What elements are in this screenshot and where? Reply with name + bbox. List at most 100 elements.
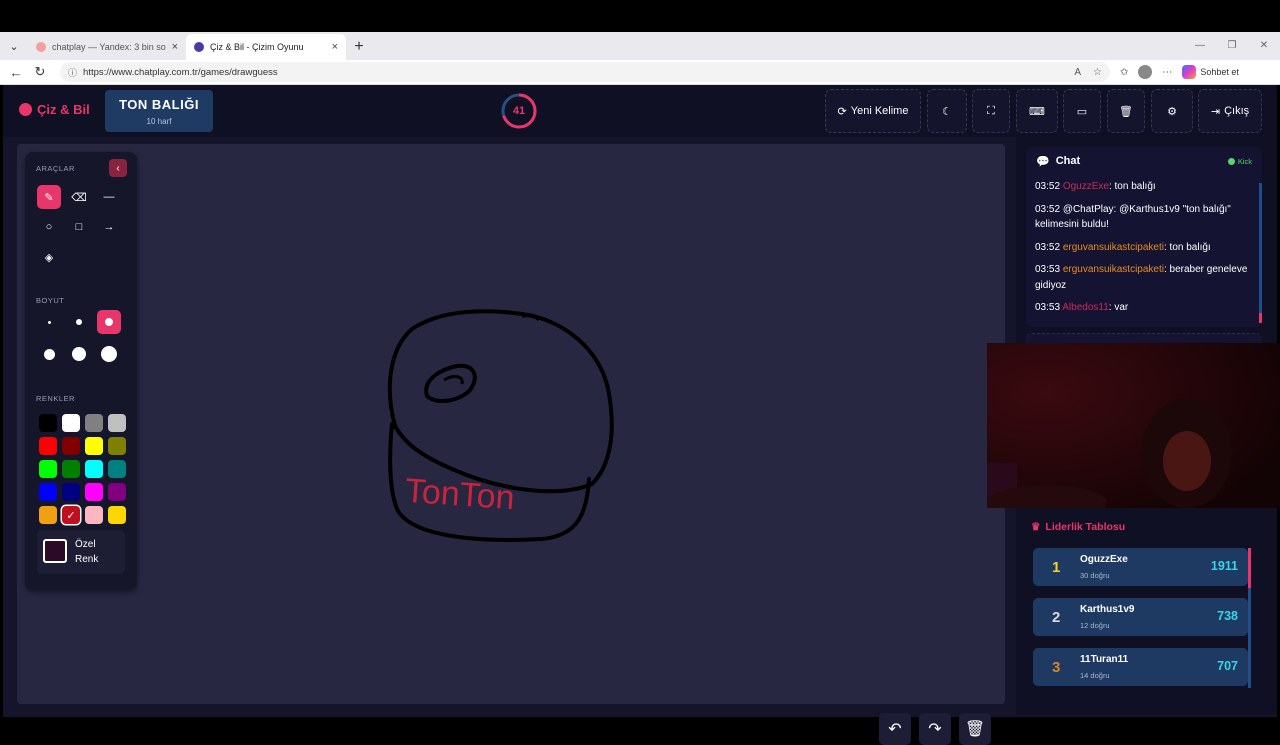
archive-button[interactable]: ▭ xyxy=(1063,89,1101,133)
rectangle-tool[interactable]: □ xyxy=(67,215,91,239)
chat-time: 03:52 xyxy=(1035,181,1061,192)
palette-icon xyxy=(19,103,32,116)
new-tab-button[interactable]: + xyxy=(346,34,372,60)
color-swatch[interactable] xyxy=(39,483,57,501)
color-swatch[interactable] xyxy=(39,460,57,478)
eraser-tool[interactable]: ⌫ xyxy=(67,185,91,209)
color-swatch[interactable] xyxy=(108,414,126,432)
color-swatch[interactable] xyxy=(85,483,103,501)
site-info-icon[interactable]: ⓘ xyxy=(68,66,77,79)
color-swatch[interactable] xyxy=(108,460,126,478)
tab-close-icon[interactable]: × xyxy=(332,41,338,53)
close-window-icon[interactable]: ✕ xyxy=(1248,32,1280,58)
leaderboard-row[interactable]: 2 Karthus1v9 12 doğru 738 xyxy=(1033,598,1248,636)
keyboard-button[interactable]: ⌨ xyxy=(1016,89,1058,133)
restore-icon[interactable]: ❐ xyxy=(1216,32,1248,58)
leaderboard-score: 738 xyxy=(1217,609,1238,623)
tab-title: Çiz & Bil - Çizim Oyunu xyxy=(210,42,304,52)
chat-message: 03:52 @ChatPlay: @Karthus1v9 "ton balığı… xyxy=(1035,202,1253,233)
kick-status: Kick xyxy=(1237,157,1252,166)
arrow-icon: → xyxy=(103,221,115,233)
eraser-icon: ⌫ xyxy=(71,191,87,204)
chat-username[interactable]: @ChatPlay xyxy=(1063,204,1114,215)
size-option-3[interactable] xyxy=(97,310,121,334)
fullscreen-button[interactable]: ⛶ xyxy=(972,89,1010,133)
new-word-button[interactable]: ⟳ Yeni Kelime xyxy=(825,89,921,133)
tab-list-chevron-icon[interactable]: ⌄ xyxy=(0,32,28,60)
color-swatch[interactable] xyxy=(85,414,103,432)
chat-username[interactable]: OguzzExe xyxy=(1063,181,1109,192)
color-swatch[interactable]: ✓ xyxy=(62,506,80,524)
drawing-canvas[interactable]: TonTon ↶ ↷ 🗑 xyxy=(17,144,1005,745)
keyboard-icon: ⌨ xyxy=(1029,105,1045,118)
profile-avatar[interactable] xyxy=(1138,65,1153,79)
chat-scrollbar[interactable] xyxy=(1259,183,1262,323)
color-swatch[interactable] xyxy=(62,483,80,501)
color-swatch[interactable] xyxy=(108,437,126,455)
size-option-2[interactable] xyxy=(67,310,91,334)
drawing-strokes: TonTon xyxy=(387,309,614,542)
current-word-box: TON BALIĞI 10 harf xyxy=(105,90,213,132)
reload-button[interactable]: ↻ xyxy=(28,60,52,84)
favorites-icon[interactable]: ✩ xyxy=(1120,67,1128,78)
color-swatch[interactable] xyxy=(85,460,103,478)
color-swatch[interactable] xyxy=(62,437,80,455)
custom-color-button[interactable]: Özel Renk xyxy=(37,530,125,574)
undo-button[interactable]: ↶ xyxy=(879,713,911,745)
custom-color-line2: Renk xyxy=(75,554,99,565)
back-button[interactable]: ← xyxy=(4,60,28,84)
leaderboard-name: 11Turan11 xyxy=(1080,654,1129,665)
size-option-1[interactable] xyxy=(37,310,61,334)
clear-button[interactable]: 🗑 xyxy=(1107,89,1145,133)
circle-tool[interactable]: ○ xyxy=(37,215,61,239)
expand-icon: ⛶ xyxy=(987,104,995,117)
chat-username[interactable]: erguvansuikastcipaketi xyxy=(1063,242,1164,253)
brush-tool[interactable]: ✎ xyxy=(37,185,61,209)
clear-canvas-button[interactable]: 🗑 xyxy=(959,713,991,745)
copilot-button[interactable]: Sohbet et xyxy=(1182,65,1239,79)
app-logo[interactable]: Çiz & Bil xyxy=(19,102,90,117)
arrow-tool[interactable]: → xyxy=(97,215,121,239)
screen-top-bar xyxy=(0,0,1280,32)
favorite-star-icon[interactable]: ☆ xyxy=(1093,67,1102,78)
browser-tab-yandex[interactable]: chatplay — Yandex: 3 bin sonuç b × xyxy=(28,34,186,60)
browser-tab-game[interactable]: Çiz & Bil - Çizim Oyunu × xyxy=(186,34,346,60)
fill-tool[interactable]: ◈ xyxy=(37,245,61,269)
more-menu-icon[interactable]: ⋯ xyxy=(1162,67,1172,78)
color-swatch[interactable] xyxy=(62,460,80,478)
color-swatch[interactable] xyxy=(39,437,57,455)
chat-username[interactable]: erguvansuikastcipaketi xyxy=(1063,264,1164,275)
size-option-6[interactable] xyxy=(97,342,121,366)
exit-button[interactable]: ⇥ Çıkış xyxy=(1198,89,1262,133)
settings-button[interactable]: ⚙ xyxy=(1151,89,1193,133)
color-swatch[interactable] xyxy=(108,506,126,524)
line-tool[interactable]: — xyxy=(97,185,121,209)
size-option-4[interactable] xyxy=(37,342,61,366)
chat-time: 03:52 xyxy=(1035,241,1061,253)
timer-value: 41 xyxy=(512,105,526,117)
browser-address-bar: ← ↻ ⓘ https://www.chatplay.com.tr/games/… xyxy=(0,60,1280,85)
collapse-panel-button[interactable]: ‹ xyxy=(109,159,127,177)
url-field[interactable]: ⓘ https://www.chatplay.com.tr/games/draw… xyxy=(60,62,1110,82)
minimize-icon[interactable]: — xyxy=(1184,32,1216,58)
redo-button[interactable]: ↷ xyxy=(919,713,951,745)
color-swatch[interactable] xyxy=(39,414,57,432)
color-swatch[interactable] xyxy=(85,437,103,455)
leaderboard-score: 707 xyxy=(1217,659,1238,673)
dark-mode-button[interactable]: ☾ xyxy=(927,89,967,133)
chat-text: : ton balığı xyxy=(1108,181,1156,192)
leaderboard-scrollbar[interactable] xyxy=(1248,548,1251,688)
chat-username[interactable]: Albedos11 xyxy=(1062,302,1109,313)
kick-status-badge: Kick xyxy=(1227,157,1252,166)
color-swatch[interactable] xyxy=(39,506,57,524)
yandex-favicon-icon xyxy=(36,42,46,52)
leaderboard-row[interactable]: 3 11Turan11 14 doğru 707 xyxy=(1033,648,1248,686)
read-aloud-icon[interactable]: A xyxy=(1074,67,1081,78)
leaderboard-row[interactable]: 1 OguzzExe 30 doğru 1911 xyxy=(1033,548,1248,586)
color-swatch[interactable] xyxy=(108,483,126,501)
color-swatch[interactable] xyxy=(62,414,80,432)
size-option-5[interactable] xyxy=(67,342,91,366)
chat-text: : ton balığı xyxy=(1163,241,1211,253)
color-swatch[interactable] xyxy=(85,506,103,524)
tab-close-icon[interactable]: × xyxy=(172,41,178,53)
